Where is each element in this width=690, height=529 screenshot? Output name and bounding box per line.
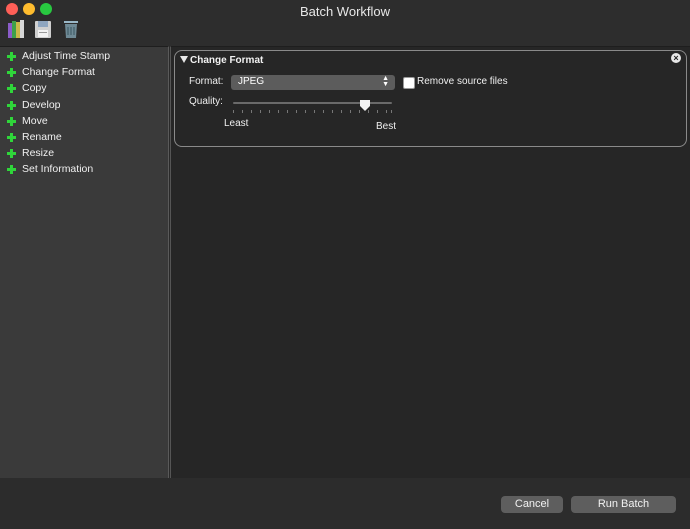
select-arrows-icon: ▲ ▼ (382, 75, 389, 88)
footer-bar: Cancel Run Batch (0, 478, 690, 529)
cancel-button[interactable]: Cancel (501, 496, 563, 513)
run-batch-button-label: Run Batch (597, 498, 650, 510)
quality-max-label: Best (376, 121, 397, 132)
add-icon (7, 84, 16, 94)
library-icon[interactable] (7, 19, 25, 39)
sidebar-item-label: Move (22, 114, 48, 127)
disclosure-triangle-icon[interactable] (180, 56, 188, 63)
sidebar-item-label: Adjust Time Stamp (22, 50, 111, 62)
sidebar-item-label: Resize (22, 147, 55, 160)
sidebar-item-change-format[interactable]: Change Format (0, 65, 168, 81)
remove-source-label[interactable]: Remove source files (417, 76, 508, 87)
add-icon (7, 116, 16, 126)
add-icon (7, 68, 16, 78)
card-title: Change Format (190, 55, 264, 66)
run-batch-button[interactable]: Run Batch (571, 496, 676, 513)
sidebar-item-rename[interactable]: Rename (0, 130, 168, 146)
sidebar-item-adjust-time-stamp[interactable]: Adjust Time Stamp (0, 49, 168, 65)
remove-source-checkbox[interactable] (403, 77, 415, 89)
format-value: JPEG (238, 76, 265, 87)
sidebar-item-label: Change Format (22, 66, 95, 79)
workflow-panel: Change Format × Format: JPEG ▲ ▼ Remove s… (170, 46, 690, 478)
add-icon (7, 132, 16, 142)
sidebar-item-label: Set Information (22, 163, 94, 176)
format-select[interactable]: JPEG ▲ ▼ (231, 75, 395, 90)
add-icon (7, 165, 16, 175)
quality-label: Quality: (189, 96, 223, 107)
change-format-card: Change Format × Format: JPEG ▲ ▼ Remove s… (174, 50, 687, 147)
sidebar-item-copy[interactable]: Copy (0, 81, 168, 97)
sidebar-item-develop[interactable]: Develop (0, 98, 168, 114)
add-icon (7, 149, 16, 159)
title-bar: Batch Workflow (0, 0, 690, 46)
trash-icon[interactable] (62, 19, 80, 39)
add-icon (7, 100, 16, 110)
sidebar-item-label: Rename (22, 130, 62, 143)
save-icon[interactable] (34, 19, 52, 39)
sidebar-item-resize[interactable]: Resize (0, 146, 168, 162)
cancel-button-label: Cancel (514, 498, 550, 510)
remove-step-icon[interactable]: × (671, 53, 681, 63)
quality-slider-thumb[interactable] (359, 98, 370, 111)
change-format-header[interactable]: Change Format (180, 55, 263, 66)
format-label: Format: (189, 76, 224, 87)
sidebar-item-label: Develop (22, 98, 61, 111)
add-icon (7, 52, 16, 61)
quality-min-label: Least (224, 118, 249, 129)
sidebar-item-move[interactable]: Move (0, 114, 168, 130)
sidebar-item-label: Copy (22, 82, 47, 95)
action-list: Adjust Time Stamp Change Format Copy Dev… (0, 46, 169, 478)
sidebar-item-set-information[interactable]: Set Information (0, 162, 168, 178)
window-title: Batch Workflow (299, 4, 391, 19)
